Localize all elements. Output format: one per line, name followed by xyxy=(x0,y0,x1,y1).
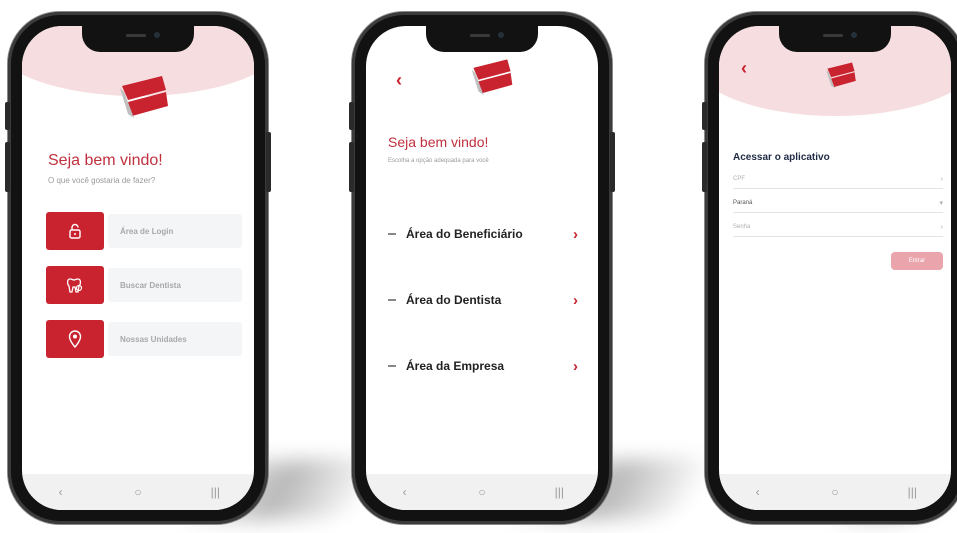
field-placeholder: CPF xyxy=(733,176,745,182)
brand-logo-icon xyxy=(471,59,513,95)
login-title: Acessar o aplicativo xyxy=(733,152,830,163)
nav-home-button[interactable]: ○ xyxy=(124,485,152,499)
area-label[interactable]: Área do Beneficiário xyxy=(406,227,573,241)
brand-logo-icon xyxy=(120,76,168,118)
phone-area-select: ‹ Seja bem vindo! Escolha a opção adequa… xyxy=(349,12,615,524)
chevron-right-icon: › xyxy=(940,175,943,183)
area-label[interactable]: Área da Empresa xyxy=(406,359,573,373)
area-beneficiario[interactable]: Área do Beneficiário › xyxy=(388,216,578,252)
nav-home-button[interactable]: ○ xyxy=(468,485,496,499)
notch xyxy=(426,26,538,52)
nav-back-button[interactable]: ‹ xyxy=(47,485,75,499)
chevron-right-icon: › xyxy=(573,291,578,309)
location-pin-icon xyxy=(68,330,82,348)
login-tile[interactable] xyxy=(46,212,104,250)
system-navbar: ‹ ○ ||| xyxy=(719,474,951,510)
back-button[interactable]: ‹ xyxy=(396,70,402,91)
app-screen: Seja bem vindo! O que você gostaria de f… xyxy=(22,26,254,510)
nav-recents-button[interactable]: ||| xyxy=(898,485,926,499)
tooth-icon xyxy=(66,278,83,293)
nav-back-button[interactable]: ‹ xyxy=(391,485,419,499)
dentist-tile[interactable] xyxy=(46,266,104,304)
nav-recents-button[interactable]: ||| xyxy=(201,485,229,499)
notch xyxy=(82,26,194,52)
area-dentista[interactable]: Área do Dentista › xyxy=(388,282,578,318)
phone-welcome: Seja bem vindo! O que você gostaria de f… xyxy=(5,12,271,524)
chevron-right-icon: › xyxy=(573,357,578,375)
state-select[interactable]: Paraná ▾ xyxy=(733,194,943,213)
units-tile[interactable] xyxy=(46,320,104,358)
notch xyxy=(779,26,891,52)
welcome-subtitle: Escolha a opção adequada para você xyxy=(388,158,489,164)
menu-item-label[interactable]: Área de Login xyxy=(108,214,242,248)
field-value: Paraná xyxy=(733,200,753,206)
lock-icon xyxy=(69,223,81,239)
app-screen: ‹ Seja bem vindo! Escolha a opção adequa… xyxy=(366,26,598,510)
menu-item-label[interactable]: Buscar Dentista xyxy=(108,268,242,302)
welcome-subtitle: O que você gostaria de fazer? xyxy=(48,176,156,185)
welcome-title: Seja bem vindo! xyxy=(388,134,489,150)
brand-logo-icon xyxy=(826,62,856,89)
login-submit-button[interactable]: Entrar xyxy=(891,252,943,270)
menu-item-units[interactable]: Nossas Unidades xyxy=(46,320,242,358)
nav-home-button[interactable]: ○ xyxy=(821,485,849,499)
menu-item-dentist[interactable]: Buscar Dentista xyxy=(46,266,242,304)
password-field[interactable]: Senha › xyxy=(733,218,943,237)
menu-item-login[interactable]: Área de Login xyxy=(46,212,242,250)
welcome-title: Seja bem vindo! xyxy=(48,152,163,169)
nav-back-button[interactable]: ‹ xyxy=(744,485,772,499)
phone-login: ‹ Acessar o aplicativo CPF › Paraná ▾ Se… xyxy=(702,12,957,524)
back-button[interactable]: ‹ xyxy=(741,58,747,79)
nav-recents-button[interactable]: ||| xyxy=(545,485,573,499)
system-navbar: ‹ ○ ||| xyxy=(22,474,254,510)
chevron-right-icon: › xyxy=(573,225,578,243)
app-screen: ‹ Acessar o aplicativo CPF › Paraná ▾ Se… xyxy=(719,26,951,510)
menu-item-label[interactable]: Nossas Unidades xyxy=(108,322,242,356)
system-navbar: ‹ ○ ||| xyxy=(366,474,598,510)
area-empresa[interactable]: Área da Empresa › xyxy=(388,348,578,384)
field-placeholder: Senha xyxy=(733,224,751,230)
area-label[interactable]: Área do Dentista xyxy=(406,293,573,307)
cpf-field[interactable]: CPF › xyxy=(733,170,943,189)
chevron-down-icon: ▾ xyxy=(939,200,943,207)
eye-icon[interactable]: › xyxy=(941,224,943,231)
